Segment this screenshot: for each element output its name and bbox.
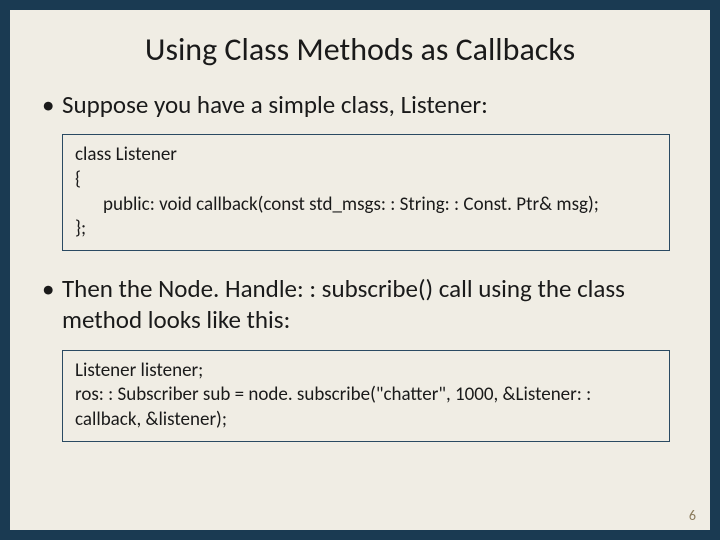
code-block-2: Listener listener; ros: : Subscriber sub… xyxy=(62,350,670,442)
code-line: Listener listener; xyxy=(75,359,657,384)
code-line: public: void callback(const std_msgs: : … xyxy=(75,193,657,218)
code-line: }; xyxy=(75,217,657,242)
code-line: class Listener xyxy=(75,143,657,168)
page-number: 6 xyxy=(689,507,696,524)
slide-title: Using Class Methods as Callbacks xyxy=(40,30,680,69)
code-line: { xyxy=(75,168,657,193)
code-block-1: class Listener { public: void callback(c… xyxy=(62,134,670,251)
slide-inner: Using Class Methods as Callbacks Suppose… xyxy=(10,10,710,530)
slide: Using Class Methods as Callbacks Suppose… xyxy=(0,0,720,540)
code-line: ros: : Subscriber sub = node. subscribe(… xyxy=(75,383,657,432)
bullet-2: Then the Node. Handle: : subscribe() cal… xyxy=(40,273,680,336)
bullet-1: Suppose you have a simple class, Listene… xyxy=(40,89,680,120)
